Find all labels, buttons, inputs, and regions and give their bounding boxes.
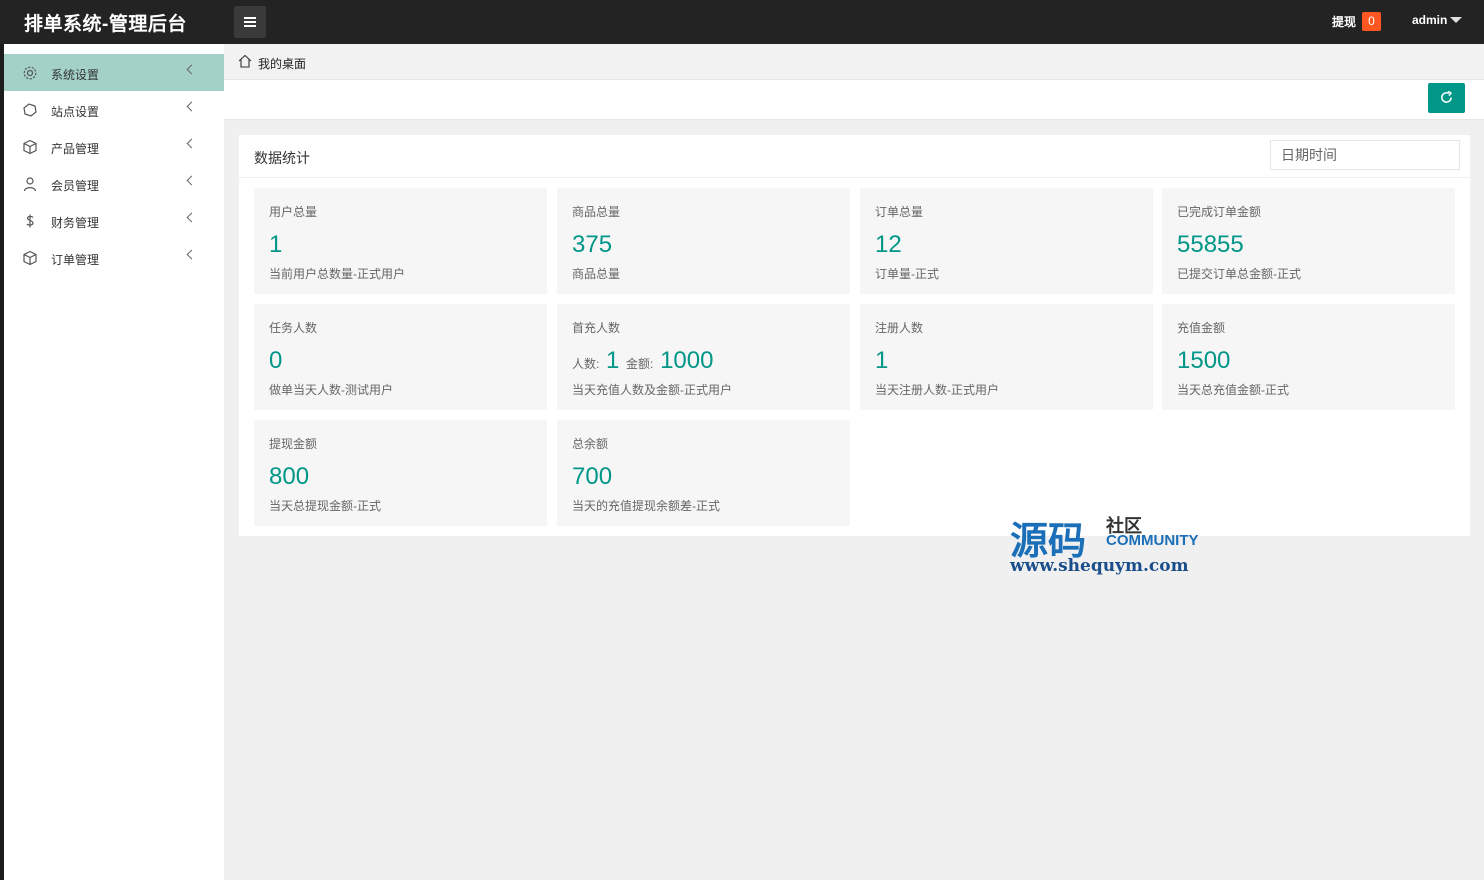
cube-icon — [23, 139, 37, 155]
card-title: 任务人数 — [269, 321, 318, 335]
user-menu[interactable]: admin — [1412, 13, 1447, 27]
breadcrumb: 我的桌面 — [224, 44, 1484, 80]
sidebar-item-label: 产品管理 — [51, 142, 100, 156]
chevron-left-icon — [186, 64, 197, 75]
withdraw-count-badge: 0 — [1362, 12, 1381, 31]
card-value: 1 — [269, 231, 283, 258]
card-desc: 商品总量 — [572, 267, 621, 281]
caret-down-icon[interactable] — [1450, 17, 1462, 23]
sidebar-item-site-settings[interactable]: 站点设置 — [4, 91, 224, 128]
user-icon — [23, 177, 37, 192]
watermark-url: www.shequym.com — [1010, 556, 1189, 576]
card-value: 800 — [269, 463, 310, 490]
app-title: 排单系统-管理后台 — [24, 14, 187, 35]
card-value: 375 — [572, 231, 613, 258]
amount-label: 金额: — [626, 357, 654, 371]
menu-toggle-button[interactable] — [234, 6, 266, 38]
top-bar: 排单系统-管理后台 提现 0 admin — [0, 0, 1484, 44]
sidebar-item-label: 会员管理 — [51, 179, 100, 193]
stat-card-total-balance: 总余额 700 当天的充值提现余额差-正式 — [557, 420, 850, 526]
refresh-button[interactable] — [1428, 83, 1465, 113]
stat-card-withdraw-amount: 提现金额 800 当天总提现金额-正式 — [254, 420, 547, 526]
chevron-left-icon — [186, 175, 197, 186]
chevron-left-icon — [186, 212, 197, 223]
card-desc: 当天总提现金额-正式 — [269, 499, 381, 513]
panel-title: 数据统计 — [254, 150, 310, 166]
gear-icon — [23, 66, 37, 80]
card-title: 首充人数 — [572, 321, 621, 335]
toolbar — [224, 80, 1484, 120]
stat-card-completed-order-amount: 已完成订单金额 55855 已提交订单总金额-正式 — [1162, 188, 1455, 294]
people-value: 1 — [606, 347, 620, 374]
stat-card-first-recharge: 首充人数 人数: 1 金额: 1000 当天充值人数及金额-正式用户 — [557, 304, 850, 410]
people-label: 人数: — [572, 357, 600, 371]
card-title: 注册人数 — [875, 321, 924, 335]
card-value: 700 — [572, 463, 613, 490]
stat-card-total-orders: 订单总量 12 订单量-正式 — [860, 188, 1153, 294]
date-time-input[interactable] — [1270, 140, 1460, 170]
sidebar-item-label: 站点设置 — [51, 105, 100, 119]
withdraw-link[interactable]: 提现 — [1332, 13, 1356, 30]
sidebar-item-member-management[interactable]: 会员管理 — [4, 165, 224, 202]
card-value: 0 — [269, 347, 283, 374]
sidebar-item-label: 系统设置 — [51, 68, 100, 82]
stat-card-total-products: 商品总量 375 商品总量 — [557, 188, 850, 294]
card-value: 1 — [875, 347, 889, 374]
card-desc: 当天注册人数-正式用户 — [875, 383, 999, 397]
sidebar-item-label: 订单管理 — [51, 253, 100, 267]
amount-value: 1000 — [660, 347, 714, 374]
sidebar-item-order-management[interactable]: 订单管理 — [4, 239, 224, 276]
watermark-en-text: COMMUNITY — [1106, 532, 1199, 549]
card-desc: 当前用户总数量-正式用户 — [269, 267, 405, 281]
cube-icon — [23, 250, 37, 266]
card-desc: 当天的充值提现余额差-正式 — [572, 499, 720, 513]
tab-my-desktop[interactable]: 我的桌面 — [258, 55, 306, 72]
card-desc: 当天充值人数及金额-正式用户 — [572, 383, 732, 397]
sidebar-item-product-management[interactable]: 产品管理 — [4, 128, 224, 165]
chevron-left-icon — [186, 249, 197, 260]
dollar-icon — [26, 214, 34, 228]
card-title: 提现金额 — [269, 437, 318, 451]
card-desc: 已提交订单总金额-正式 — [1177, 267, 1301, 281]
globe-icon — [23, 103, 37, 117]
card-desc: 当天总充值金额-正式 — [1177, 383, 1289, 397]
card-desc: 做单当天人数-测试用户 — [269, 383, 393, 397]
stat-card-recharge-amount: 充值金额 1500 当天总充值金额-正式 — [1162, 304, 1455, 410]
card-value-group: 人数: 1 金额: 1000 — [572, 347, 713, 375]
watermark-logo: 源码 社区 COMMUNITY www.shequym.com — [1010, 510, 1210, 580]
card-value: 12 — [875, 231, 902, 258]
stat-card-total-users: 用户总量 1 当前用户总数量-正式用户 — [254, 188, 547, 294]
refresh-icon — [1441, 90, 1453, 103]
hamburger-icon — [244, 17, 256, 19]
card-title: 订单总量 — [875, 205, 924, 219]
stat-card-registrations: 注册人数 1 当天注册人数-正式用户 — [860, 304, 1153, 410]
sidebar-item-system-settings[interactable]: 系统设置 — [4, 54, 224, 91]
card-title: 已完成订单金额 — [1177, 205, 1262, 219]
card-value: 1500 — [1177, 347, 1231, 374]
stat-card-task-people: 任务人数 0 做单当天人数-测试用户 — [254, 304, 547, 410]
card-title: 充值金额 — [1177, 321, 1226, 335]
chevron-left-icon — [186, 101, 197, 112]
sidebar-item-label: 财务管理 — [51, 216, 100, 230]
chevron-left-icon — [186, 138, 197, 149]
card-title: 总余额 — [572, 437, 609, 451]
card-title: 用户总量 — [269, 205, 318, 219]
sidebar-item-finance-management[interactable]: 财务管理 — [4, 202, 224, 239]
panel-header: 数据统计 — [239, 135, 1470, 178]
card-title: 商品总量 — [572, 205, 621, 219]
card-desc: 订单量-正式 — [875, 267, 939, 281]
card-value: 55855 — [1177, 231, 1244, 258]
home-icon — [238, 54, 252, 68]
